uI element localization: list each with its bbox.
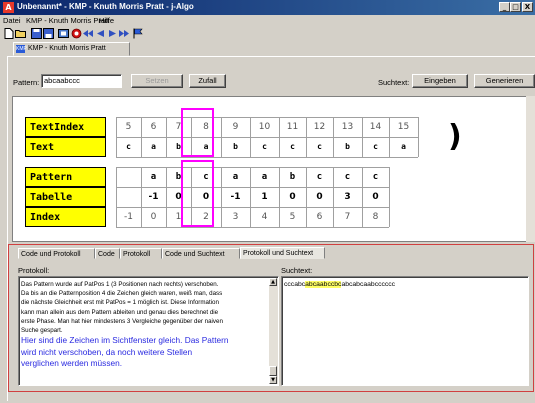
open-folder-icon[interactable]	[15, 28, 26, 39]
protokoll-highlight-line: verglichen werden müssen.	[21, 358, 122, 369]
suchtext-prefix: cccabc	[284, 281, 306, 288]
zufall-button-label: Zufall	[198, 76, 217, 85]
title-bar[interactable]: A Unbenannt* - KMP - Knuth Morris Pratt …	[0, 0, 535, 15]
setzen-button-label: Setzen	[145, 76, 169, 85]
protokoll-scrollbar[interactable]: ▲ ▼	[269, 278, 278, 384]
tab-protokoll-und-suchtext[interactable]: Protokoll und Suchtext	[240, 247, 325, 259]
pattern-input[interactable]: abcaabccc	[41, 74, 122, 88]
skip-forward-icon[interactable]	[119, 28, 130, 39]
suchtext-label: Suchtext:	[378, 78, 410, 87]
protokoll-line: die nächste Gleichheit erst mit PatPos =…	[21, 299, 219, 307]
suchtext-suffix: abcabcaabcccccc	[341, 281, 396, 288]
suchtext-window: abcaabccbc	[305, 281, 342, 288]
pattern-label: Pattern:	[13, 78, 40, 87]
tab-code-und-suchtext[interactable]: Code und Suchtext	[162, 248, 240, 259]
save-icon[interactable]	[31, 28, 42, 39]
eingeben-button[interactable]: Eingeben	[412, 74, 468, 88]
tab-code-und-protokoll[interactable]: Code und Protokoll	[18, 248, 95, 259]
scroll-thumb[interactable]	[269, 366, 277, 376]
minimize-icon: _	[502, 3, 507, 11]
document-tab-label: KMP - Knuth Morris Pratt	[28, 45, 106, 52]
protokoll-label: Protokoll:	[18, 266, 50, 275]
minimize-button[interactable]: _	[499, 2, 510, 12]
maximize-icon: □	[512, 3, 519, 11]
visualization-scrollbar[interactable]	[526, 96, 535, 242]
step-forward-icon[interactable]	[107, 28, 118, 39]
maximize-button[interactable]: □	[510, 2, 521, 12]
protokoll-textarea[interactable]: Das Pattern wurde auf PatPos 1 (3 Positi…	[18, 276, 279, 386]
menu-bar: Datei KMP - Knuth Morris Pratt Hilfe	[0, 15, 535, 27]
new-file-icon[interactable]	[3, 28, 14, 39]
kmp-document-icon: KMP	[16, 45, 27, 53]
window-title: Unbenannt* - KMP - Knuth Morris Pratt - …	[17, 2, 194, 11]
protokoll-line: kann man allein aus dem Pattern ableiten…	[21, 308, 219, 316]
menu-kmp[interactable]: KMP - Knuth Morris Pratt	[26, 16, 109, 25]
eingeben-button-label: Eingeben	[424, 76, 456, 85]
close-button[interactable]: X	[522, 2, 533, 12]
scroll-down-icon[interactable]: ▼	[269, 376, 277, 384]
close-icon: X	[524, 3, 531, 11]
info-icon[interactable]	[58, 28, 69, 39]
document-tab[interactable]: KMP KMP - Knuth Morris Pratt	[13, 42, 130, 56]
menu-datei[interactable]: Datei	[3, 16, 21, 25]
suchtext-panel-label: Suchtext:	[281, 266, 313, 275]
suchtext-textarea[interactable]: cccabcabcaabccbcabcabcaabcccccc	[281, 276, 529, 386]
kmp-visualization	[12, 96, 527, 242]
flag-icon[interactable]	[133, 28, 144, 39]
generieren-button[interactable]: Generieren	[474, 74, 535, 88]
scroll-up-icon[interactable]: ▲	[269, 278, 277, 286]
protokoll-highlight-line: Hier sind die Zeichen im Sichtfenster gl…	[21, 335, 229, 345]
app-icon: A	[3, 2, 14, 13]
generieren-button-label: Generieren	[485, 76, 524, 85]
pattern-input-value: abcaabccc	[44, 76, 80, 85]
protokoll-line: Das Pattern wurde auf PatPos 1 (3 Positi…	[21, 281, 219, 288]
setzen-button[interactable]: Setzen	[131, 74, 183, 88]
save-as-icon[interactable]	[43, 28, 54, 39]
protokoll-highlight-line: wird nicht verschoben, da noch weitere S…	[21, 346, 193, 357]
step-back-icon[interactable]	[95, 28, 106, 39]
tab-protokoll[interactable]: Protokoll	[120, 248, 162, 259]
skip-back-icon[interactable]	[83, 28, 94, 39]
tab-code[interactable]: Code	[95, 248, 120, 259]
menu-hilfe[interactable]: Hilfe	[99, 16, 114, 25]
stop-icon[interactable]	[71, 28, 82, 39]
toolbar	[0, 27, 535, 41]
protokoll-line: Suche gespart.	[21, 327, 63, 335]
protokoll-line: erste Phase. Man hat hier mindestens 3 V…	[21, 317, 223, 325]
zufall-button[interactable]: Zufall	[189, 74, 226, 88]
protokoll-line: Da bis an die Patternposition 4 die Zeic…	[21, 290, 223, 298]
